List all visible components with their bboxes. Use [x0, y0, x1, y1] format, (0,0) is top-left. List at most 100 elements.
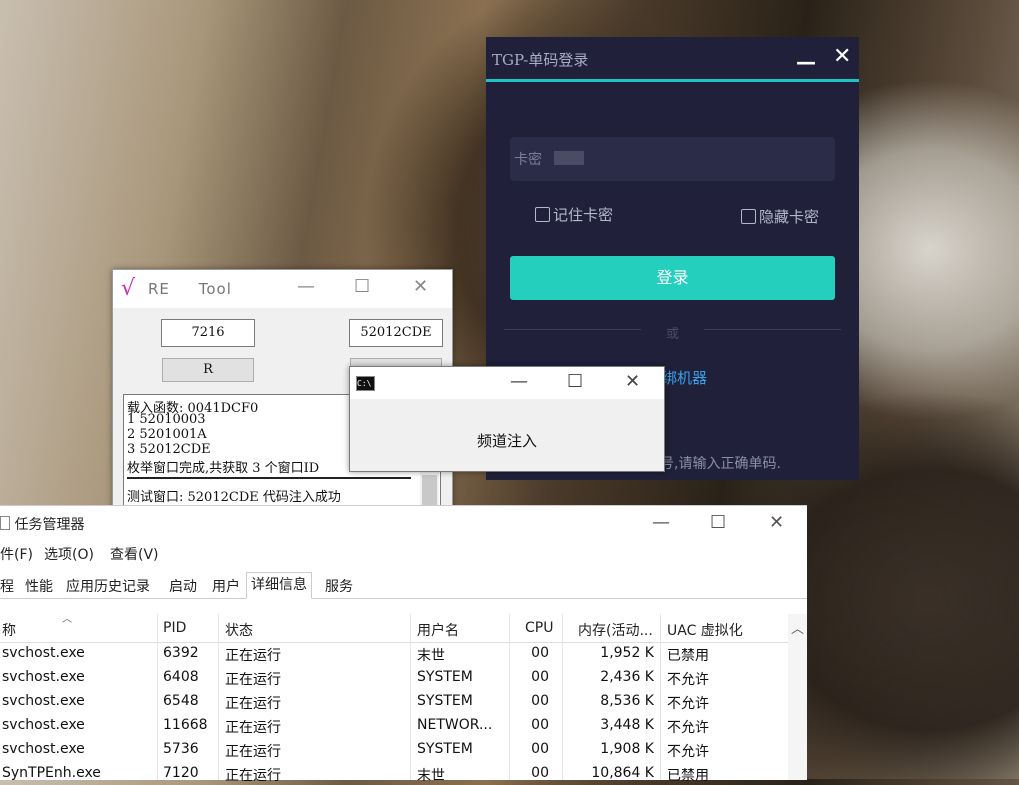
console-maximize-button[interactable]: ☐ [567, 371, 583, 392]
tgp-minimize-button[interactable]: — [796, 50, 816, 74]
log-line: 3 52012CDE [127, 442, 211, 457]
task-manager-icon [0, 516, 10, 530]
tab-startup[interactable]: 启动 [169, 576, 197, 596]
tab-processes[interactable]: 程 [0, 576, 14, 596]
divider-right [704, 329, 841, 330]
tm-maximize-button[interactable]: ☐ [710, 512, 726, 533]
tm-minimize-button[interactable]: — [652, 512, 670, 533]
log-line: 枚举窗口完成,共获取 3 个窗口ID [127, 461, 320, 476]
card-key-placeholder: 卡密 [514, 152, 542, 168]
console-titlebar[interactable]: C:\ — ☐ ✕ [350, 367, 664, 399]
divider-left [504, 329, 641, 330]
cell-name: svchost.exe [2, 645, 85, 661]
cell-uac: 不允许 [667, 672, 709, 688]
cell-memory: 1,908 K [600, 741, 654, 757]
checkbox-icon [535, 207, 550, 222]
col-user-header[interactable]: 用户名 [417, 620, 459, 640]
cell-status: 正在运行 [225, 696, 281, 712]
cell-cpu: 00 [531, 717, 549, 733]
login-button[interactable]: 登录 [510, 256, 835, 300]
pid-field[interactable]: 7216 [161, 319, 255, 347]
tab-details[interactable]: 详细信息 [246, 572, 312, 599]
log-line: 测试窗口: 52012CDE 代码注入成功 [127, 490, 341, 505]
console-icon: C:\ [356, 376, 375, 391]
cell-memory: 3,448 K [600, 717, 654, 733]
cell-name: svchost.exe [2, 741, 85, 757]
cell-cpu: 00 [531, 645, 549, 661]
cell-user: SYSTEM [417, 741, 473, 757]
col-pid-header[interactable]: PID [163, 620, 186, 636]
re-tool-maximize-button[interactable]: ☐ [354, 276, 370, 297]
cell-user: 末世 [417, 648, 445, 664]
cell-cpu: 00 [531, 669, 549, 685]
cell-user: SYSTEM [417, 693, 473, 709]
task-manager-window: 任务管理器 — ☐ ✕ 件(F) 选项(O) 查看(V) 程 性能 应用历史记录… [0, 505, 807, 784]
task-manager-title: 任务管理器 [0, 514, 84, 534]
card-key-input[interactable]: 卡密 [510, 137, 835, 181]
re-tool-titlebar[interactable]: √ RE Tool — ☐ ✕ [113, 270, 452, 308]
channel-inject-label: 频道注入 [476, 432, 537, 450]
checkbox-icon [741, 209, 756, 224]
tab-app-history[interactable]: 应用历史记录 [66, 576, 150, 596]
console-window: C:\ — ☐ ✕ 频道注入 [349, 366, 665, 472]
login-hint-text: 号,请输入正确单码. [660, 456, 781, 472]
hide-card-checkbox[interactable]: 隐藏卡密 [741, 206, 819, 227]
remember-card-label: 记住卡密 [553, 206, 614, 224]
tab-services[interactable]: 服务 [325, 576, 353, 596]
cell-memory: 8,536 K [600, 693, 654, 709]
tab-bar: 程 性能 应用历史记录 启动 用户 详细信息 服务 [0, 572, 807, 599]
cell-user: 末世 [417, 768, 445, 784]
menu-options[interactable]: 选项(O) [44, 544, 94, 564]
re-tool-minimize-button[interactable]: — [297, 276, 315, 297]
menu-file[interactable]: 件(F) [0, 544, 33, 564]
re-tool-close-button[interactable]: ✕ [413, 276, 428, 297]
col-cpu-header[interactable]: CPU [525, 620, 553, 636]
column-divider [562, 614, 563, 780]
col-memory-header[interactable]: 内存(活动... [578, 620, 653, 640]
column-divider [218, 614, 219, 780]
cell-status: 正在运行 [225, 672, 281, 688]
tgp-close-button[interactable]: ✕ [833, 44, 851, 69]
menu-view[interactable]: 查看(V) [110, 544, 159, 564]
cell-name: svchost.exe [2, 693, 85, 709]
cell-uac: 不允许 [667, 720, 709, 736]
column-divider [157, 614, 158, 780]
cell-pid: 5736 [163, 741, 199, 757]
bind-machine-link[interactable]: 绑机器 [662, 367, 707, 388]
cell-pid: 6548 [163, 693, 199, 709]
cell-uac: 已禁用 [667, 648, 709, 664]
masked-card-key [554, 151, 584, 165]
cell-user: SYSTEM [417, 669, 473, 685]
col-name-header[interactable]: 称 [2, 620, 16, 640]
remember-card-checkbox[interactable]: 记住卡密 [535, 204, 613, 225]
col-uac-header[interactable]: UAC 虚拟化 [667, 620, 743, 640]
col-status-header[interactable]: 状态 [225, 620, 253, 640]
scroll-up-icon[interactable]: ︿ [791, 618, 804, 637]
r-button[interactable]: R [162, 358, 254, 382]
column-divider [509, 614, 510, 780]
re-tool-title: RE Tool [148, 280, 232, 298]
console-close-button[interactable]: ✕ [625, 371, 640, 392]
cell-pid: 6408 [163, 669, 199, 685]
column-divider [410, 614, 411, 780]
hide-card-label: 隐藏卡密 [759, 208, 820, 226]
cell-memory: 2,436 K [600, 669, 654, 685]
re-tool-logo-icon: √ [121, 276, 136, 301]
cell-uac: 已禁用 [667, 768, 709, 784]
cell-uac: 不允许 [667, 696, 709, 712]
console-minimize-button[interactable]: — [510, 371, 528, 392]
log-line: 2 5201001A [127, 427, 207, 442]
log-separator [127, 477, 411, 479]
tm-close-button[interactable]: ✕ [769, 512, 784, 533]
or-label: 或 [666, 327, 680, 342]
task-manager-title-text: 任务管理器 [14, 517, 85, 533]
log-line: 1 52010003 [127, 412, 206, 427]
process-table-scrollbar[interactable]: ︿ [788, 614, 807, 780]
cell-pid: 6392 [163, 645, 199, 661]
sort-ascending-icon: ︿ [62, 614, 72, 625]
cell-status: 正在运行 [225, 720, 281, 736]
tab-users[interactable]: 用户 [212, 576, 240, 596]
cell-name: svchost.exe [2, 717, 85, 733]
window-id-field[interactable]: 52012CDE [349, 319, 443, 347]
tab-performance[interactable]: 性能 [25, 576, 53, 596]
